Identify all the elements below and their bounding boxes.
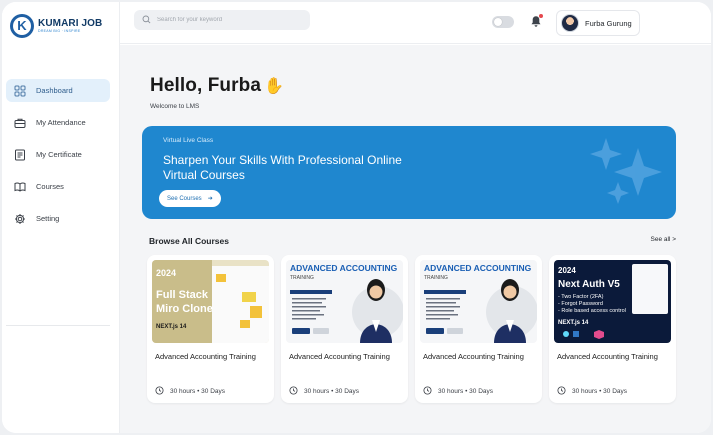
greeting: Hello, Furba ✋ <box>150 75 284 97</box>
main-content: Hello, Furba ✋ Welcome to LMS Virtual Liv… <box>120 45 711 433</box>
thumb-line-1: Next Auth V5 <box>558 279 620 290</box>
waving-hand-icon: ✋ <box>264 78 285 95</box>
see-courses-button[interactable]: See Courses ➜ <box>159 190 221 207</box>
clock-icon <box>289 382 298 400</box>
banner-title: Sharpen Your Skills With Professional On… <box>163 153 402 182</box>
sidebar-item-label: My Certificate <box>36 150 82 159</box>
briefcase-icon <box>14 117 26 129</box>
notification-button[interactable] <box>530 14 543 28</box>
thumb-line-1: ADVANCED ACCOUNTING <box>424 263 532 273</box>
course-meta: 30 hours • 30 Days <box>155 382 225 400</box>
toggle-knob <box>494 18 502 26</box>
see-all-link[interactable]: See all > <box>651 236 676 243</box>
sidebar-item-label: Dashboard <box>36 86 73 95</box>
clock-icon <box>423 382 432 400</box>
course-thumbnail: 2024 Next Auth V5 - Two Factor (2FA) - F… <box>554 260 671 343</box>
thumb-year: 2024 <box>156 268 176 278</box>
course-duration: 30 hours • 30 Days <box>170 387 226 395</box>
course-meta: 30 hours • 30 Days <box>289 382 359 400</box>
clock-icon <box>557 382 566 400</box>
course-card[interactable]: 2024 Next Auth V5 - Two Factor (2FA) - F… <box>549 255 676 403</box>
brand-subtitle: DREAM BIG · INSPIRE <box>38 28 81 33</box>
thumb-year: 2024 <box>558 266 576 275</box>
clock-icon <box>155 382 164 400</box>
course-duration: 30 hours • 30 Days <box>304 387 360 395</box>
brand-logo[interactable]: K KUMARI JOB DREAM BIG · INSPIRE <box>10 14 102 38</box>
welcome-text: Welcome to LMS <box>150 103 200 110</box>
user-menu[interactable]: Furba Gurung <box>556 10 640 36</box>
gear-icon <box>14 213 26 225</box>
course-thumbnail: ADVANCED ACCOUNTING TRAINING <box>286 260 403 343</box>
course-list: 2024 Full Stack Miro Clone NEXT.js 14 Ad… <box>147 255 677 403</box>
thumb-bullet: - Forgot Password <box>558 301 603 307</box>
theme-toggle[interactable] <box>492 16 514 28</box>
sidebar-item-my-attendance[interactable]: My Attendance <box>6 111 110 134</box>
sidebar-item-my-certificate[interactable]: My Certificate <box>6 143 110 166</box>
course-thumbnail: 2024 Full Stack Miro Clone NEXT.js 14 <box>152 260 269 343</box>
thumb-bullet: - Role based access control <box>558 308 626 314</box>
sidebar-item-courses[interactable]: Courses <box>6 175 110 198</box>
sidebar-divider <box>6 325 110 326</box>
thumb-line-1: ADVANCED ACCOUNTING <box>290 263 398 273</box>
sidebar-item-label: My Attendance <box>36 118 86 127</box>
sidebar-item-setting[interactable]: Setting <box>6 207 110 230</box>
button-label: See Courses <box>167 195 202 202</box>
user-name: Furba Gurung <box>585 18 632 28</box>
course-title: Advanced Accounting Training <box>155 352 256 361</box>
course-duration: 30 hours • 30 Days <box>438 387 494 395</box>
grid-icon <box>14 85 26 97</box>
thumb-bullet: - Two Factor (2FA) <box>558 294 604 300</box>
thumb-tag: NEXT.js 14 <box>558 320 589 326</box>
app-window: K KUMARI JOB DREAM BIG · INSPIRE Dashboa… <box>2 2 711 433</box>
logo-mark: K <box>10 14 34 38</box>
book-icon <box>14 181 26 193</box>
sidebar: K KUMARI JOB DREAM BIG · INSPIRE Dashboa… <box>2 2 120 433</box>
certificate-icon <box>14 149 26 161</box>
course-thumbnail: ADVANCED ACCOUNTING TRAINING <box>420 260 537 343</box>
search-box[interactable] <box>134 10 310 30</box>
course-title: Advanced Accounting Training <box>423 352 524 361</box>
course-title: Advanced Accounting Training <box>557 352 658 361</box>
section-title: Browse All Courses <box>149 236 229 246</box>
course-title: Advanced Accounting Training <box>289 352 390 361</box>
course-duration: 30 hours • 30 Days <box>572 387 628 395</box>
thumb-line-2: TRAINING <box>424 275 448 281</box>
greeting-text: Hello, Furba <box>150 75 261 96</box>
course-card[interactable]: ADVANCED ACCOUNTING TRAINING Advanced Ac… <box>415 255 542 403</box>
search-icon <box>142 11 151 29</box>
thumb-tag: NEXT.js 14 <box>156 324 187 330</box>
avatar <box>561 14 579 32</box>
notification-badge <box>539 14 543 18</box>
course-card[interactable]: 2024 Full Stack Miro Clone NEXT.js 14 Ad… <box>147 255 274 403</box>
thumb-line-2: TRAINING <box>290 275 314 281</box>
sidebar-item-label: Setting <box>36 214 60 223</box>
promo-banner: Virtual Live Class Sharpen Your Skills W… <box>142 126 676 219</box>
sidebar-nav: Dashboard My Attendance My Certificate C… <box>6 79 110 239</box>
banner-kicker: Virtual Live Class <box>163 137 214 144</box>
thumb-line-2: Miro Clone <box>156 303 213 315</box>
search-input[interactable] <box>157 17 307 23</box>
thumb-line-1: Full Stack <box>156 289 209 301</box>
arrow-right-icon: ➜ <box>207 196 213 202</box>
brand-title: KUMARI JOB <box>38 17 103 29</box>
course-meta: 30 hours • 30 Days <box>423 382 493 400</box>
sidebar-item-dashboard[interactable]: Dashboard <box>6 79 110 102</box>
top-bar: Furba Gurung <box>120 2 711 44</box>
sparkle-decoration-icon <box>590 138 662 204</box>
sidebar-item-label: Courses <box>36 182 64 191</box>
course-card[interactable]: ADVANCED ACCOUNTING TRAINING Advanced Ac… <box>281 255 408 403</box>
course-meta: 30 hours • 30 Days <box>557 382 627 400</box>
